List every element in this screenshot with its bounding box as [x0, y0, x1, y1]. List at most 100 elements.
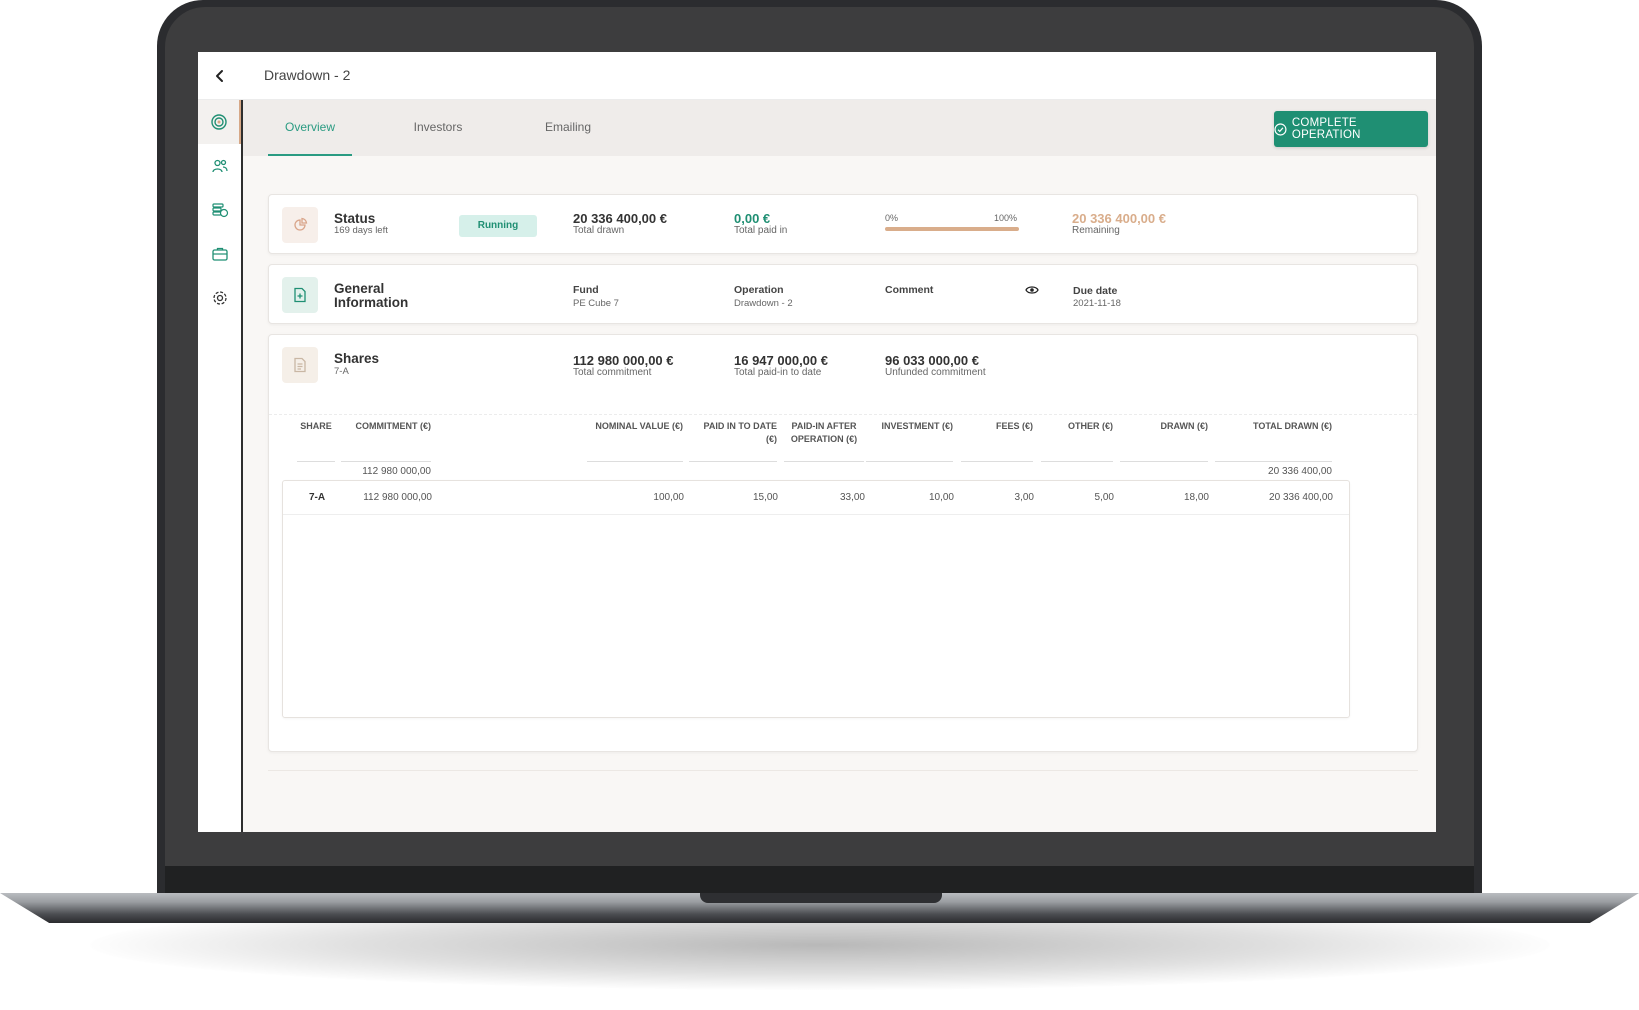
sidebar-item-portfolio[interactable] [198, 232, 241, 276]
due-date-value: 2021-11-18 [1073, 298, 1121, 309]
due-date-label: Due date [1073, 285, 1118, 297]
th-paid-in-to-date: PAID IN TO DATE (€) [689, 420, 777, 446]
target-icon [210, 114, 227, 130]
cell-commitment: 112 980 000,00 [363, 492, 432, 503]
remaining-label: Remaining [1072, 225, 1120, 236]
fund-value: PE Cube 7 [573, 298, 619, 309]
general-title-line2: Information [334, 295, 409, 310]
th-commitment: COMMITMENT (€) [355, 421, 432, 431]
days-left: 169 days left [334, 225, 388, 236]
remaining-value: 20 336 400,00 € [1072, 211, 1166, 226]
document-icon [294, 357, 306, 373]
progress-end-label: 100% [994, 213, 1018, 223]
cell-nominal-value: 100,00 [653, 492, 684, 503]
operation-label: Operation [734, 284, 784, 296]
th-underline [1215, 461, 1332, 462]
th-other: OTHER (€) [1068, 421, 1113, 431]
cell-fees: 3,00 [1014, 492, 1034, 503]
main-content: Overview Investors Emailing COMPLETE OPE… [243, 100, 1436, 832]
status-card: Status 169 days left Running 20 336 400,… [268, 194, 1418, 254]
cell-other: 5,00 [1094, 492, 1114, 503]
cell-investment: 10,00 [928, 492, 954, 503]
th-share: SHARE [300, 421, 332, 431]
top-bar: Drawdown - 2 [198, 52, 1436, 100]
operation-value: Drawdown - 2 [734, 298, 793, 309]
tab-investors[interactable]: Investors [393, 100, 483, 156]
total-drawn-cell: 20 336 400,00 [1268, 466, 1332, 477]
general-title-line1: General [334, 281, 385, 296]
th-underline [341, 461, 431, 462]
th-total-drawn: TOTAL DRAWN (€) [1253, 421, 1332, 431]
tab-emailing[interactable]: Emailing [528, 100, 608, 156]
total-drawn-value: 20 336 400,00 € [573, 211, 667, 226]
tab-bar: Overview Investors Emailing COMPLETE OPE… [243, 100, 1436, 156]
shares-table-header: SHARE COMMITMENT (€) NOMINAL VALUE (€) P… [269, 420, 1417, 464]
check-circle-icon [1274, 122, 1287, 136]
unfunded-commitment-value: 96 033 000,00 € [885, 353, 979, 368]
sidebar-item-overview[interactable] [198, 100, 241, 144]
shares-divider [269, 414, 1417, 415]
th-underline [587, 461, 683, 462]
users-icon [211, 159, 228, 173]
status-title: Status [334, 211, 376, 226]
sidebar-item-finance[interactable] [198, 188, 241, 232]
cell-paid-in-to-date: 15,00 [752, 492, 778, 503]
progress-bar [885, 227, 1019, 231]
file-plus-icon [294, 287, 306, 303]
status-badge: Running [459, 215, 537, 237]
footer-divider [268, 770, 1418, 771]
sidebar [198, 100, 243, 832]
th-underline [689, 461, 777, 462]
general-icon-box [282, 277, 318, 313]
th-drawn: DRAWN (€) [1160, 421, 1209, 431]
fund-label: Fund [573, 284, 599, 296]
total-drawn-label: Total drawn [573, 225, 625, 236]
th-paid-in-after-line1: PAID-IN AFTER [791, 421, 857, 431]
tab-overview[interactable]: Overview [268, 100, 352, 156]
status-icon-box [282, 207, 318, 243]
coins-icon [211, 203, 228, 218]
comment-label: Comment [885, 284, 934, 296]
th-paid-in-after-line2: OPERATION (€) [790, 434, 858, 444]
unfunded-commitment-label: Unfunded commitment [885, 367, 986, 378]
cell-share: 7-A [308, 492, 326, 503]
shares-table-body: 7-A 112 980 000,00 100,00 15,00 33,00 10… [282, 480, 1350, 718]
th-underline [1120, 461, 1208, 462]
page-title: Drawdown - 2 [264, 67, 351, 83]
paid-in-to-date-label: Total paid-in to date [734, 367, 822, 378]
total-commitment-value: 112 980 000,00 € [573, 353, 674, 368]
paid-in-to-date-value: 16 947 000,00 € [734, 353, 828, 368]
cell-paid-in-after: 33,00 [839, 492, 865, 503]
th-underline [866, 461, 953, 462]
shares-subtitle: 7-A [334, 366, 349, 377]
th-paid-in-to-date-line2: (€) [766, 434, 777, 444]
app-screen: Drawdown - 2 Overview Investors Emailing… [198, 52, 1436, 832]
th-underline [961, 461, 1033, 462]
eye-icon [1025, 286, 1039, 294]
table-row[interactable]: 7-A 112 980 000,00 100,00 15,00 33,00 10… [283, 481, 1349, 515]
th-paid-in-to-date-line1: PAID IN TO DATE [703, 421, 777, 431]
complete-operation-label: COMPLETE OPERATION [1291, 117, 1361, 141]
th-paid-in-after-operation: PAID-IN AFTER OPERATION (€) [784, 420, 864, 446]
sidebar-item-settings[interactable] [198, 276, 241, 320]
sidebar-item-investors[interactable] [198, 144, 241, 188]
view-comment-button[interactable] [1025, 283, 1039, 301]
cell-total-drawn: 20 336 400,00 [1269, 492, 1333, 503]
th-investment: INVESTMENT (€) [881, 421, 953, 431]
total-commitment-label: Total commitment [573, 367, 652, 378]
th-underline [1041, 461, 1113, 462]
th-underline [784, 461, 864, 462]
complete-operation-button[interactable]: COMPLETE OPERATION [1274, 111, 1428, 147]
back-button[interactable] [208, 64, 232, 88]
general-info-card: General Information Fund PE Cube 7 Opera… [268, 264, 1418, 324]
chevron-left-icon [216, 70, 223, 82]
gear-icon [212, 291, 227, 305]
briefcase-icon [211, 247, 228, 261]
shares-card: Shares 7-A 112 980 000,00 € Total commit… [268, 334, 1418, 752]
total-paid-in-value: 0,00 € [734, 211, 771, 226]
th-underline [297, 461, 335, 462]
total-commitment-cell: 112 980 000,00 [362, 466, 431, 477]
total-paid-in-label: Total paid in [734, 225, 788, 236]
laptop-notch [700, 893, 942, 903]
progress-start-label: 0% [885, 213, 899, 223]
